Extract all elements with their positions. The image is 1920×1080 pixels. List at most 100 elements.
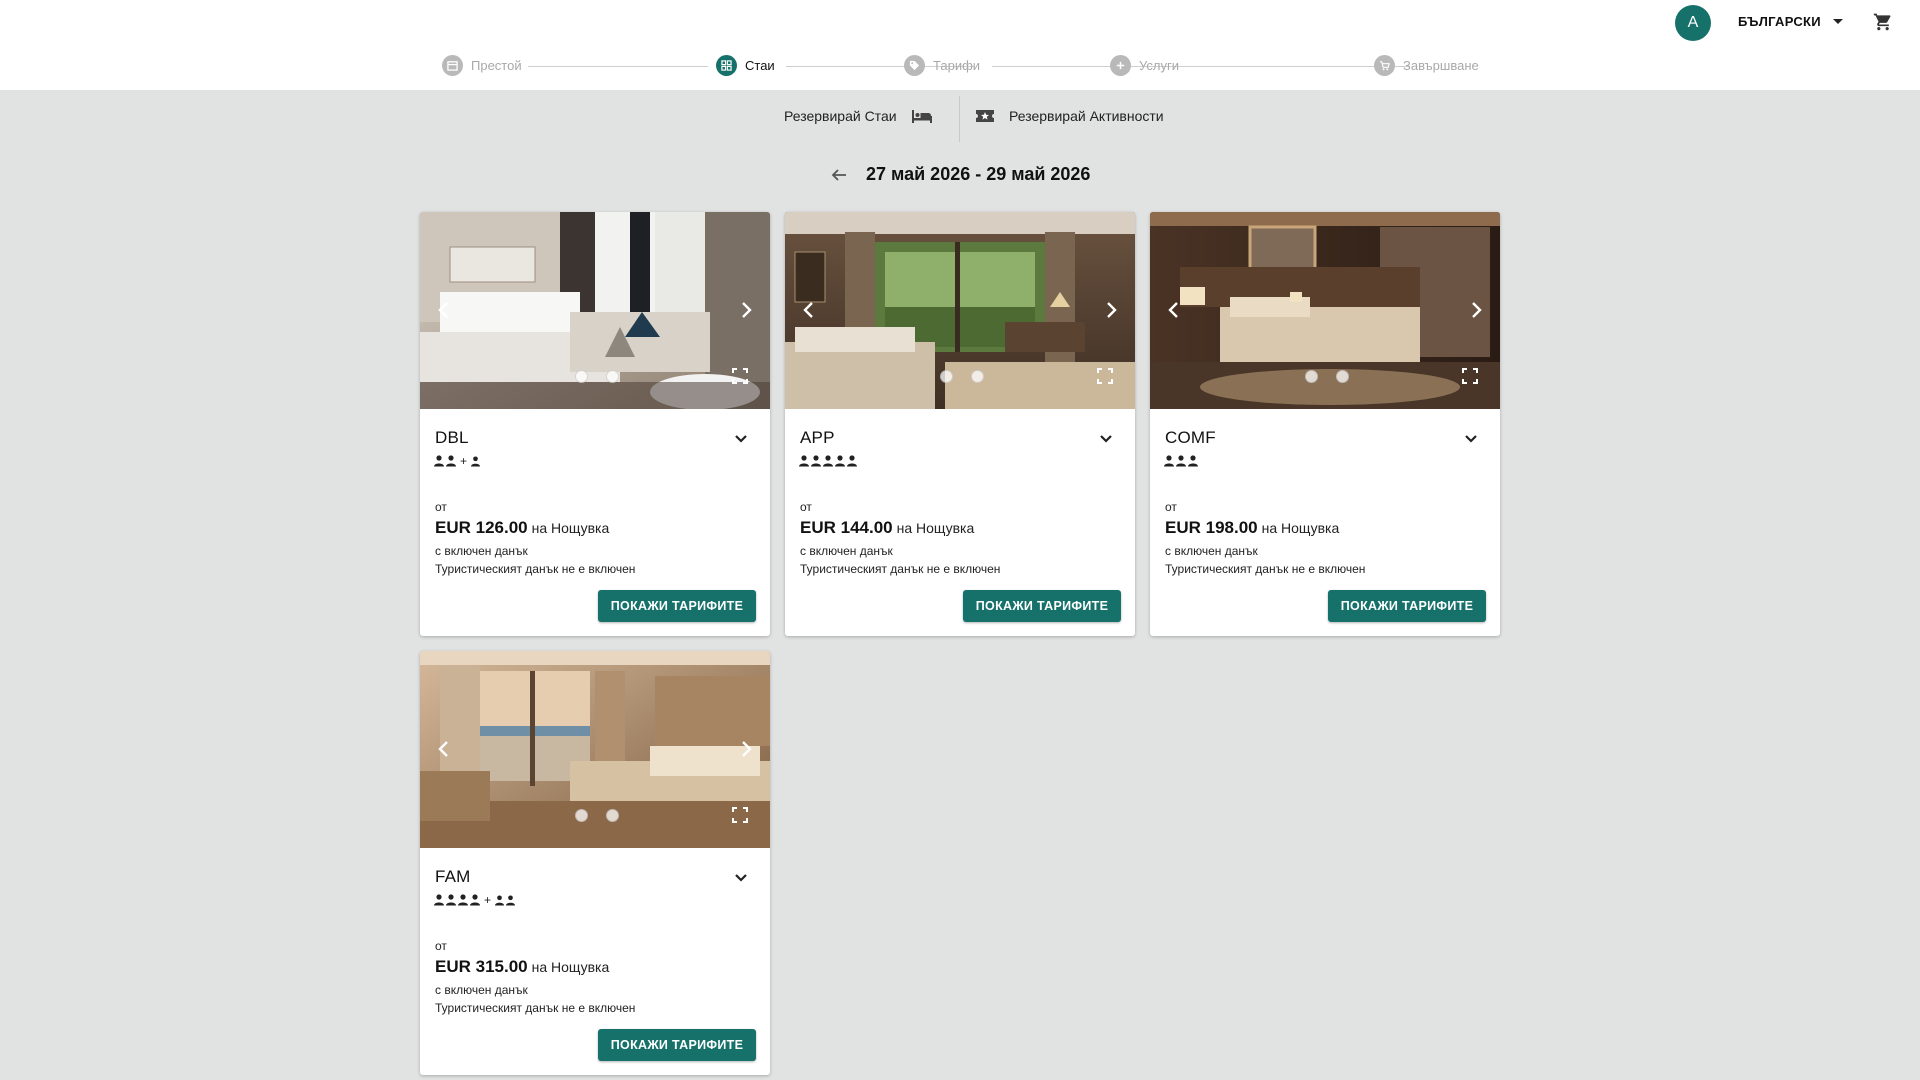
per-night-label: на Нощувка bbox=[896, 520, 975, 536]
plus-sign: + bbox=[460, 454, 468, 468]
show-rates-button[interactable]: ПОКАЖИ ТАРИФИТЕ bbox=[598, 1029, 756, 1061]
step-services[interactable]: Услуги bbox=[1110, 55, 1179, 76]
fullscreen-icon[interactable] bbox=[1462, 368, 1478, 384]
chevron-right-icon[interactable] bbox=[736, 739, 756, 759]
step-label: Завършване bbox=[1403, 58, 1479, 73]
step-rooms[interactable]: Стаи bbox=[716, 55, 775, 76]
carousel-dot[interactable] bbox=[971, 370, 984, 383]
tourist-tax-note: Туристическият данък не е включен bbox=[435, 562, 636, 576]
tax-included-note: с включен данък bbox=[800, 544, 893, 558]
room-code: APP bbox=[800, 428, 835, 447]
adult-icon bbox=[434, 894, 444, 906]
cart-check-icon bbox=[1374, 55, 1395, 76]
carousel-dot[interactable] bbox=[606, 809, 619, 822]
room-code: COMF bbox=[1165, 428, 1216, 447]
room-card: DBL + от EUR 126.00 на Нощувка с включен… bbox=[420, 212, 770, 636]
guest-capacity: + bbox=[434, 893, 515, 907]
adult-icon bbox=[1176, 455, 1186, 467]
room-price: EUR 315.00 bbox=[435, 957, 528, 976]
price-line: EUR 315.00 на Нощувка bbox=[435, 957, 609, 977]
language-label: БЪЛГАРСКИ bbox=[1738, 14, 1821, 29]
tabs-divider bbox=[959, 96, 960, 142]
adult-icon bbox=[470, 894, 480, 906]
tourist-tax-note: Туристическият данък не е включен bbox=[1165, 562, 1366, 576]
step-complete[interactable]: Завършване bbox=[1374, 55, 1479, 76]
show-rates-button[interactable]: ПОКАЖИ ТАРИФИТЕ bbox=[1328, 590, 1486, 622]
chevron-left-icon[interactable] bbox=[434, 300, 454, 320]
chevron-down-icon[interactable] bbox=[733, 869, 749, 885]
guest-capacity bbox=[799, 454, 857, 468]
carousel-dot[interactable] bbox=[575, 370, 588, 383]
adult-icon bbox=[835, 455, 845, 467]
tab-book-activities[interactable]: Резервирай Активности bbox=[975, 108, 1164, 124]
caret-down-icon bbox=[1832, 19, 1843, 24]
user-avatar[interactable]: A bbox=[1675, 5, 1711, 41]
fullscreen-icon[interactable] bbox=[1097, 368, 1113, 384]
booking-type-tabs: Резервирай Стаи Резервирай Активности bbox=[760, 96, 1200, 142]
step-label: Услуги bbox=[1139, 58, 1179, 73]
from-label: от bbox=[1165, 500, 1177, 514]
per-night-label: на Нощувка bbox=[531, 959, 610, 975]
tab-label: Резервирай Активности bbox=[1009, 108, 1164, 124]
carousel-dots bbox=[575, 370, 619, 383]
chevron-down-icon[interactable] bbox=[1098, 430, 1114, 446]
carousel-dot[interactable] bbox=[940, 370, 953, 383]
chevron-left-icon[interactable] bbox=[799, 300, 819, 320]
room-card: APP от EUR 144.00 на Нощувка с включен д… bbox=[785, 212, 1135, 636]
show-rates-button[interactable]: ПОКАЖИ ТАРИФИТЕ bbox=[963, 590, 1121, 622]
chevron-right-icon[interactable] bbox=[1101, 300, 1121, 320]
carousel-dots bbox=[1305, 370, 1349, 383]
from-label: от bbox=[800, 500, 812, 514]
carousel-dots bbox=[940, 370, 984, 383]
price-line: EUR 198.00 на Нощувка bbox=[1165, 518, 1339, 538]
per-night-label: на Нощувка bbox=[531, 520, 610, 536]
date-range: 27 май 2026 - 29 май 2026 bbox=[866, 164, 1091, 184]
bed-icon bbox=[911, 110, 932, 123]
room-card: FAM + от EUR 315.00 на Нощувка с включен… bbox=[420, 651, 770, 1075]
guest-capacity bbox=[1164, 454, 1198, 468]
chevron-right-icon[interactable] bbox=[1466, 300, 1486, 320]
star-ticket-icon bbox=[976, 110, 994, 122]
step-rates[interactable]: Тарифи bbox=[904, 55, 980, 76]
carousel-dot[interactable] bbox=[1336, 370, 1349, 383]
fullscreen-icon[interactable] bbox=[732, 368, 748, 384]
language-selector[interactable]: БЪЛГАРСКИ bbox=[1738, 14, 1843, 29]
chevron-down-icon[interactable] bbox=[733, 430, 749, 446]
grid-icon bbox=[716, 55, 737, 76]
child-icon bbox=[471, 456, 480, 467]
tourist-tax-note: Туристическият данък не е включен bbox=[435, 1001, 636, 1015]
adult-icon bbox=[811, 455, 821, 467]
step-stay[interactable]: Престой bbox=[442, 55, 522, 76]
chevron-left-icon[interactable] bbox=[1164, 300, 1184, 320]
room-price: EUR 144.00 bbox=[800, 518, 893, 537]
tag-icon bbox=[904, 55, 925, 76]
price-line: EUR 126.00 на Нощувка bbox=[435, 518, 609, 538]
adult-icon bbox=[458, 894, 468, 906]
carousel-dot[interactable] bbox=[606, 370, 619, 383]
room-code: DBL bbox=[435, 428, 469, 447]
from-label: от bbox=[435, 500, 447, 514]
tab-book-rooms[interactable]: Резервирай Стаи bbox=[784, 108, 933, 124]
per-night-label: на Нощувка bbox=[1261, 520, 1340, 536]
arrow-back-icon[interactable] bbox=[830, 166, 848, 184]
chevron-left-icon[interactable] bbox=[434, 739, 454, 759]
carousel-dot[interactable] bbox=[575, 809, 588, 822]
fullscreen-icon[interactable] bbox=[732, 807, 748, 823]
child-icon bbox=[495, 895, 504, 906]
chevron-down-icon[interactable] bbox=[1463, 430, 1479, 446]
carousel-dot[interactable] bbox=[1305, 370, 1318, 383]
room-price: EUR 126.00 bbox=[435, 518, 528, 537]
show-rates-button[interactable]: ПОКАЖИ ТАРИФИТЕ bbox=[598, 590, 756, 622]
chevron-right-icon[interactable] bbox=[736, 300, 756, 320]
tax-included-note: с включен данък bbox=[1165, 544, 1258, 558]
room-card: COMF от EUR 198.00 на Нощувка с включен … bbox=[1150, 212, 1500, 636]
avatar-initial: A bbox=[1687, 14, 1699, 31]
adult-icon bbox=[799, 455, 809, 467]
adult-icon bbox=[434, 455, 444, 467]
adult-icon bbox=[823, 455, 833, 467]
tourist-tax-note: Туристическият данък не е включен bbox=[800, 562, 1001, 576]
adult-icon bbox=[847, 455, 857, 467]
cart-icon[interactable] bbox=[1873, 12, 1893, 32]
plus-sign: + bbox=[484, 893, 492, 907]
step-label: Престой bbox=[471, 58, 522, 73]
